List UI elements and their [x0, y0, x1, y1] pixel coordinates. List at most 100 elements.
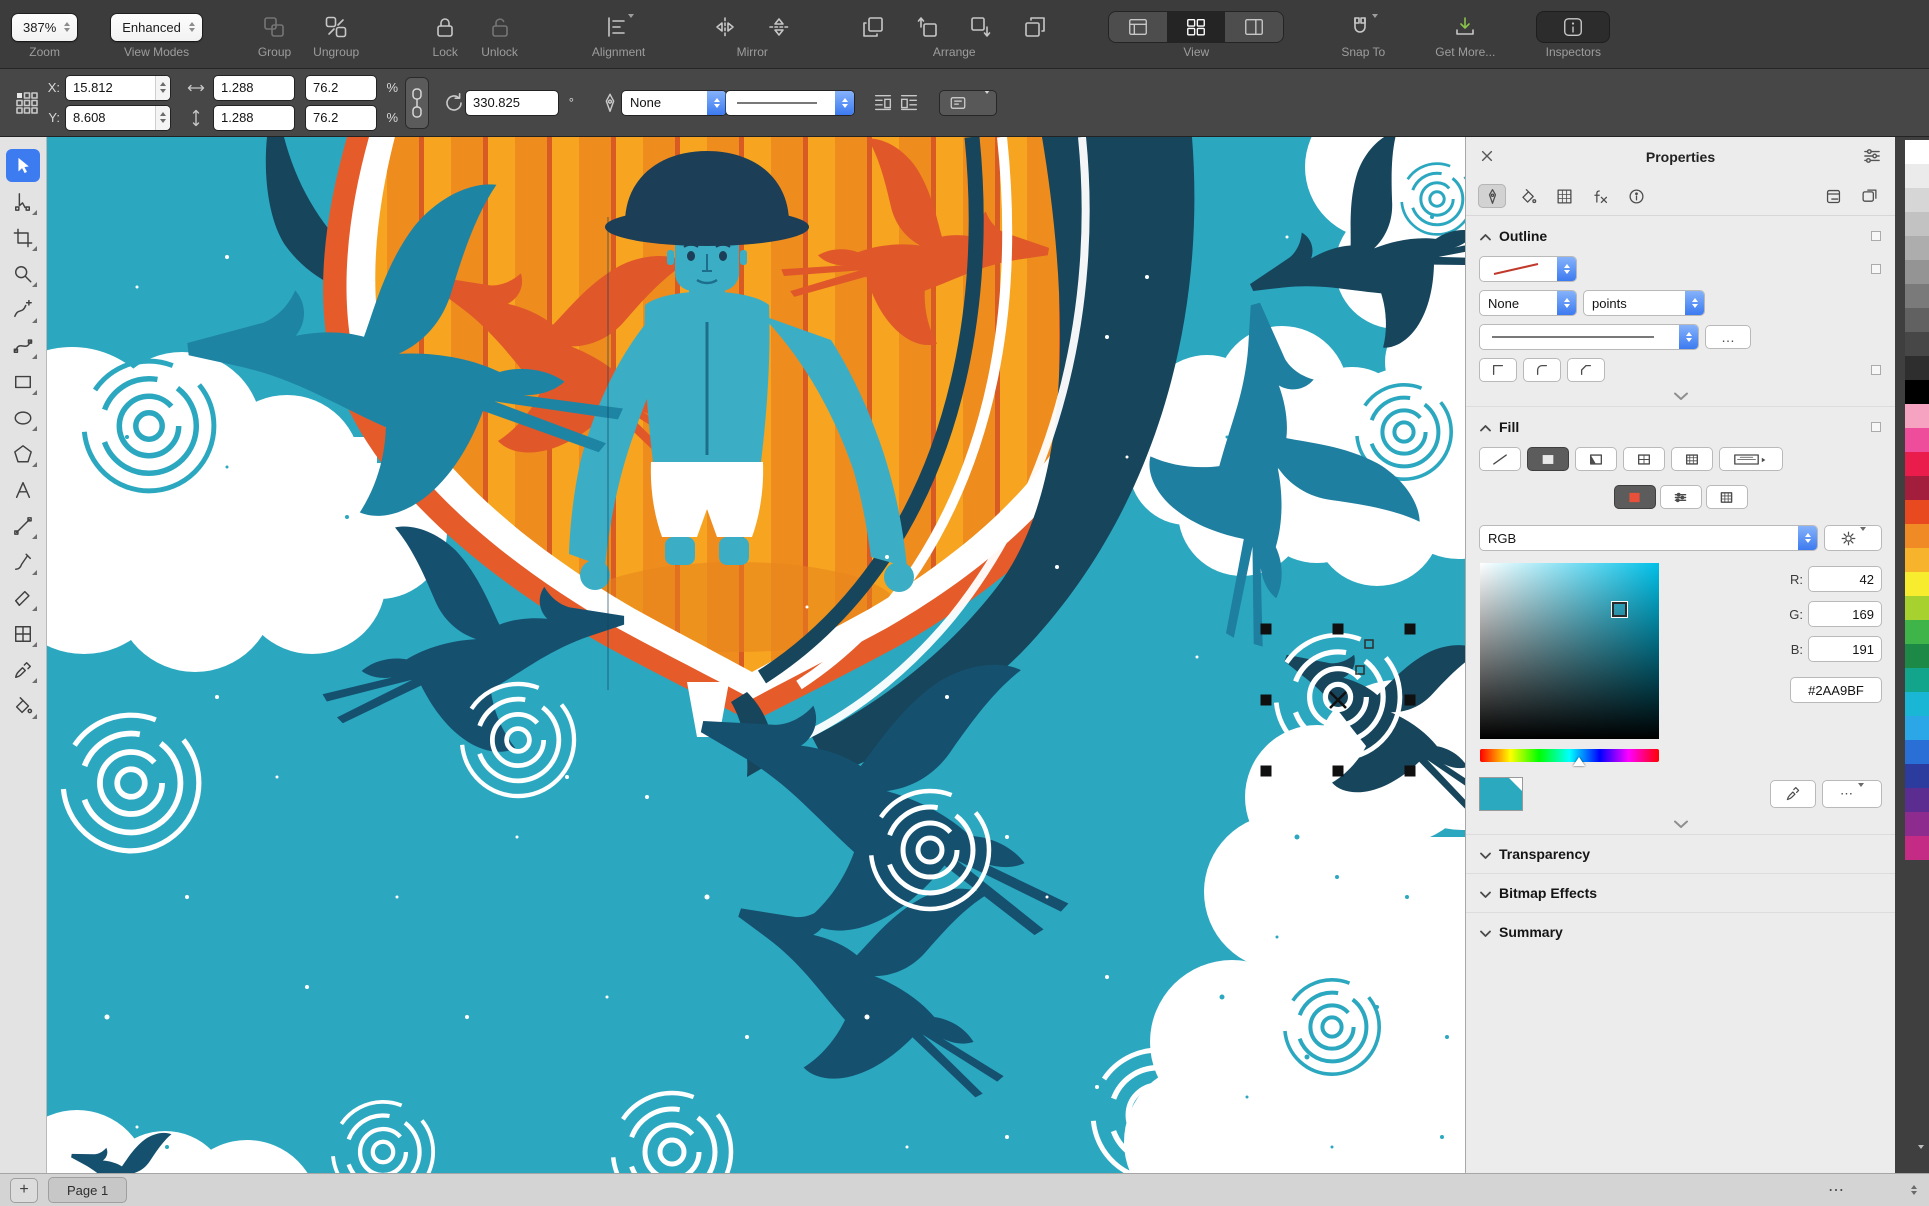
palette-swatch[interactable] — [1905, 356, 1929, 380]
palette-swatch[interactable] — [1905, 428, 1929, 452]
fill-collapse[interactable] — [1466, 814, 1895, 834]
inspectors-button[interactable] — [1537, 12, 1610, 42]
color-settings-button[interactable] — [1825, 526, 1881, 550]
lock-ratio-button[interactable] — [406, 77, 428, 128]
outline-units-dropdown[interactable]: points — [1584, 291, 1704, 315]
tool-polygon[interactable] — [6, 437, 40, 470]
outline-more-button[interactable]: … — [1706, 326, 1750, 348]
hue-thumb[interactable] — [1573, 757, 1586, 766]
tool-freehand[interactable] — [6, 293, 40, 326]
section-pin[interactable] — [1871, 264, 1881, 274]
palette-swatch[interactable] — [1905, 596, 1929, 620]
scale-width-field[interactable]: 76.2 — [306, 75, 376, 100]
tab-outline[interactable] — [1478, 184, 1506, 208]
saturation-value-picker[interactable] — [1480, 563, 1659, 739]
scroll-corner-icon[interactable] — [1911, 1185, 1917, 1195]
tab-effects[interactable] — [1586, 184, 1614, 208]
palette-swatch[interactable] — [1905, 500, 1929, 524]
outline-width-panel-dropdown[interactable]: None — [1480, 291, 1576, 315]
view-split-button[interactable] — [1225, 12, 1283, 42]
palette-swatch[interactable] — [1905, 788, 1929, 812]
palette-scroll-down[interactable] — [1918, 1145, 1924, 1167]
alignment-button[interactable] — [597, 12, 641, 42]
fill-texture-button[interactable] — [1720, 448, 1782, 470]
palette-swatch[interactable] — [1905, 692, 1929, 716]
lock-button[interactable] — [429, 12, 461, 42]
mirror-vertical-button[interactable] — [763, 12, 795, 42]
b-field[interactable]: 191 — [1809, 637, 1881, 661]
tab-fill[interactable] — [1514, 184, 1542, 208]
add-page-button[interactable]: + — [10, 1177, 38, 1203]
section-pin[interactable] — [1871, 231, 1881, 241]
tab-clip[interactable] — [1855, 184, 1883, 208]
tool-shape-edit[interactable] — [6, 185, 40, 218]
scale-height-field[interactable]: 76.2 — [306, 105, 376, 130]
tool-bezier[interactable] — [6, 329, 40, 362]
transparency-section-header[interactable]: Transparency — [1466, 834, 1895, 873]
corner-miter-button[interactable] — [1480, 359, 1516, 381]
tool-mesh-fill[interactable] — [6, 617, 40, 650]
bitmap-effects-section-header[interactable]: Bitmap Effects — [1466, 873, 1895, 912]
palette-swatch[interactable] — [1905, 188, 1929, 212]
summary-section-header[interactable]: Summary — [1466, 912, 1895, 951]
page-tab[interactable]: Page 1 — [48, 1177, 128, 1203]
palette-swatch[interactable] — [1905, 308, 1929, 332]
anchor-point-selector[interactable] — [10, 86, 44, 120]
palette-swatch[interactable] — [1905, 164, 1929, 188]
palette-swatch[interactable] — [1905, 836, 1929, 860]
forward-one-button[interactable] — [911, 12, 943, 42]
palette-swatch[interactable] — [1905, 740, 1929, 764]
palette-swatch[interactable] — [1905, 716, 1929, 740]
object-width-field[interactable]: 1.288 — [214, 75, 294, 100]
tool-text[interactable] — [6, 473, 40, 506]
close-panel-button[interactable] — [1480, 149, 1494, 166]
tab-transparency[interactable] — [1550, 184, 1578, 208]
g-field[interactable]: 169 — [1809, 602, 1881, 626]
fill-solid-button[interactable] — [1528, 448, 1568, 470]
tool-artistic-media[interactable] — [6, 545, 40, 578]
color-model-dropdown[interactable]: RGB — [1480, 526, 1817, 550]
zoom-dropdown[interactable]: 387% — [12, 13, 78, 41]
fill-section-header[interactable]: Fill — [1466, 406, 1895, 443]
unlock-button[interactable] — [484, 12, 516, 42]
corner-round-button[interactable] — [1524, 359, 1560, 381]
fill-bitmap-pattern-button[interactable] — [1672, 448, 1712, 470]
y-stepper[interactable] — [155, 105, 170, 130]
y-position-field[interactable]: 8.608 — [66, 105, 170, 130]
x-stepper[interactable] — [155, 75, 170, 100]
palette-swatch[interactable] — [1905, 236, 1929, 260]
corner-bevel-button[interactable] — [1568, 359, 1604, 381]
color-palettes-button[interactable] — [1706, 486, 1747, 508]
tool-interactive-fill[interactable] — [6, 689, 40, 722]
view-modes-dropdown[interactable]: Enhanced — [111, 13, 202, 41]
to-front-button[interactable] — [857, 12, 889, 42]
object-options-dropdown[interactable] — [940, 90, 996, 115]
palette-swatch[interactable] — [1905, 452, 1929, 476]
palette-swatch[interactable] — [1905, 380, 1929, 404]
backward-one-button[interactable] — [965, 12, 997, 42]
wrap-right-button[interactable] — [896, 90, 922, 116]
outline-width-dropdown[interactable]: None — [622, 90, 726, 115]
color-sliders-button[interactable] — [1660, 486, 1701, 508]
tool-line[interactable] — [6, 509, 40, 542]
tool-knife[interactable] — [6, 581, 40, 614]
group-button[interactable] — [258, 12, 290, 42]
fill-more-options-button[interactable]: ⋯ — [1823, 781, 1881, 807]
palette-swatch[interactable] — [1905, 212, 1929, 236]
object-height-field[interactable]: 1.288 — [214, 105, 294, 130]
outline-style-dropdown[interactable] — [726, 90, 854, 115]
outline-section-header[interactable]: Outline — [1466, 216, 1895, 252]
panel-options-button[interactable] — [1863, 148, 1881, 167]
mirror-horizontal-button[interactable] — [709, 12, 741, 42]
fill-gradient-button[interactable] — [1576, 448, 1616, 470]
palette-swatch[interactable] — [1905, 140, 1929, 164]
outline-line-style-dropdown[interactable] — [1480, 325, 1698, 349]
snap-to-button[interactable] — [1341, 12, 1385, 42]
view-list-button[interactable] — [1109, 12, 1167, 42]
palette-swatch[interactable] — [1905, 332, 1929, 356]
palette-swatch[interactable] — [1905, 644, 1929, 668]
picker-cursor[interactable] — [1612, 601, 1628, 617]
palette-swatch[interactable] — [1905, 764, 1929, 788]
eyedropper-button[interactable] — [1771, 781, 1815, 807]
current-color-swatch[interactable] — [1480, 778, 1522, 810]
